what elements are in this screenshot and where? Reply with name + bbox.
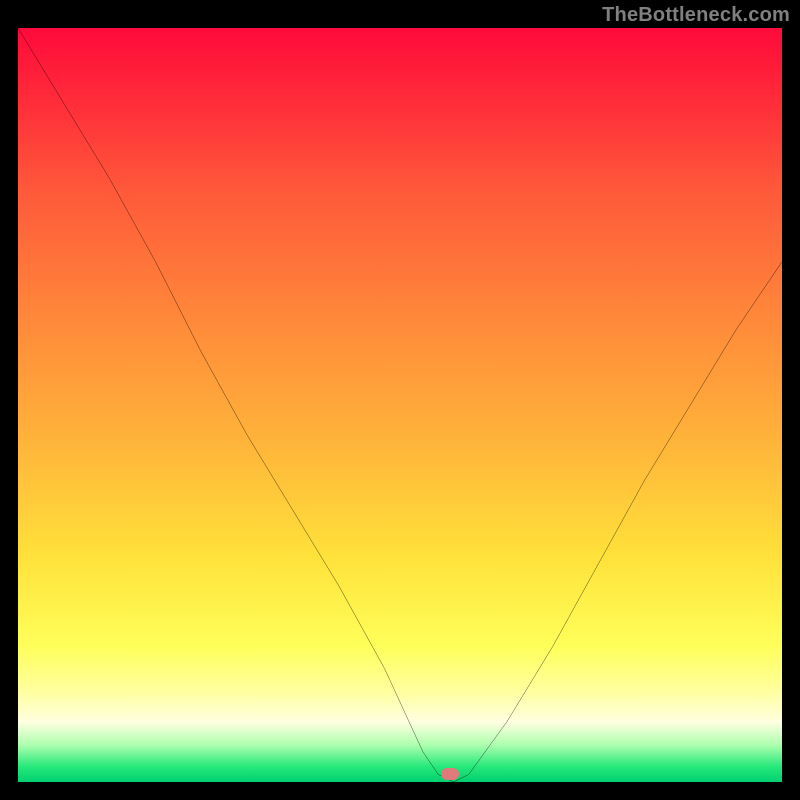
bottleneck-curve xyxy=(18,28,782,782)
watermark-text: TheBottleneck.com xyxy=(602,4,790,27)
plot-area xyxy=(18,28,782,782)
optimal-point-marker xyxy=(441,768,459,780)
